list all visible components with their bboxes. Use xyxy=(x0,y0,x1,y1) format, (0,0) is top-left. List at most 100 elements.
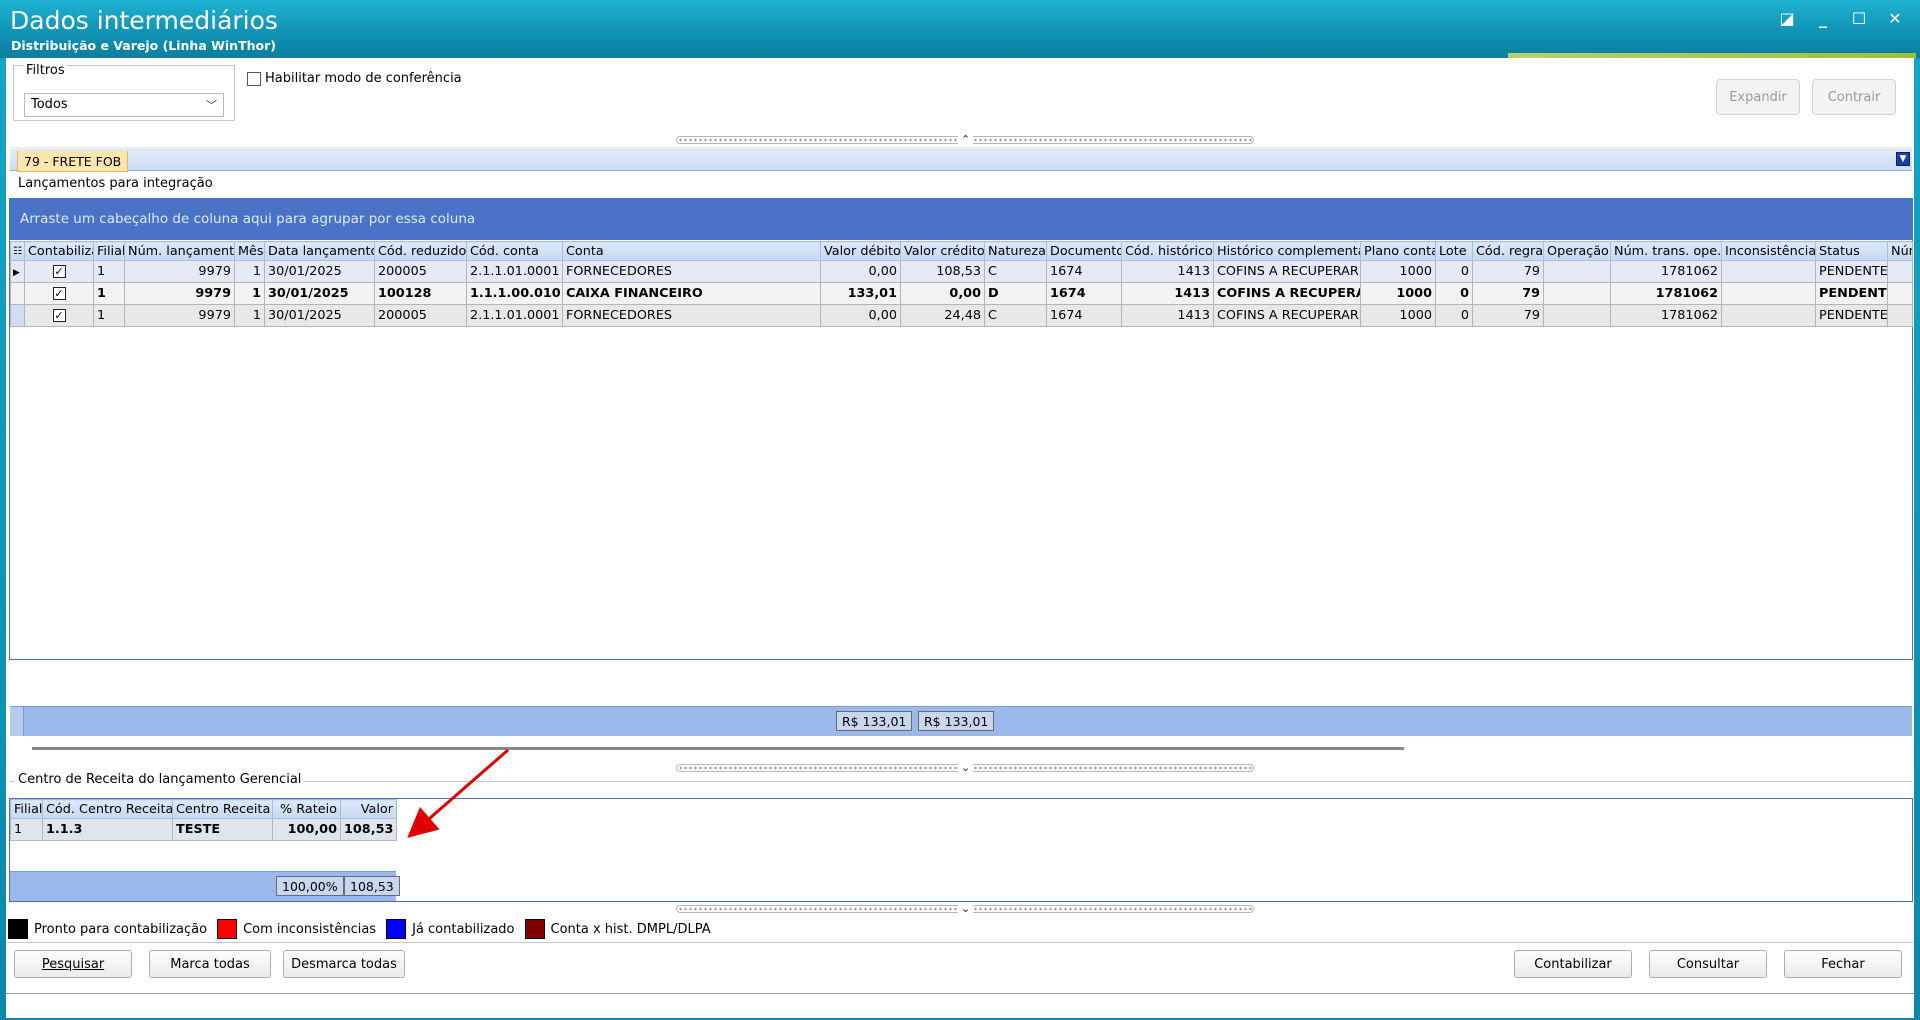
contabilizar-checkbox[interactable]: ✓ xyxy=(52,265,66,278)
cell-valor-debito[interactable]: 133,01 xyxy=(820,282,901,305)
cell-status[interactable]: PENDENTE xyxy=(1815,304,1888,327)
column-header[interactable]: Valor crédito xyxy=(900,241,985,261)
cell-data[interactable]: 30/01/2025 xyxy=(264,282,375,305)
table-row[interactable]: ▶ ✓ 1 9979 1 30/01/2025 200005 2.1.1.01.0001 FOR… xyxy=(10,260,1913,283)
cell-documento[interactable]: 1674 xyxy=(1046,282,1122,305)
contabilizar-cell[interactable]: ✓ xyxy=(24,282,94,305)
cell-lote[interactable]: 0 xyxy=(1435,282,1473,305)
conference-mode-checkbox[interactable] xyxy=(247,71,261,86)
group-by-panel[interactable]: Arraste um cabeçalho de coluna aqui para… xyxy=(10,198,1912,240)
expand-button[interactable]: Expandir xyxy=(1716,79,1800,115)
column-header[interactable]: Filial xyxy=(10,799,43,819)
column-header[interactable]: Valor xyxy=(340,799,397,819)
cell-valor-debito[interactable]: 0,00 xyxy=(820,304,901,327)
cell-rateio[interactable]: 100,00 xyxy=(272,818,341,841)
cell-num[interactable] xyxy=(1887,282,1913,305)
title-bar[interactable]: Dados intermediários Distribuição e Vare… xyxy=(0,0,1920,58)
filter-select[interactable]: Todos ﹀ xyxy=(24,93,224,117)
column-header[interactable]: Lote xyxy=(1435,241,1473,261)
cell-historico[interactable]: COFINS A RECUPERA xyxy=(1213,282,1361,305)
cell-filial[interactable]: 1 xyxy=(93,304,125,327)
column-header[interactable]: Filial xyxy=(93,241,125,261)
table-row[interactable]: ✓ 1 9979 1 30/01/2025 100128 1.1.1.00.010: CAIX… xyxy=(10,282,1913,305)
cell-mes[interactable]: 1 xyxy=(234,304,265,327)
cell-natureza[interactable]: D xyxy=(984,282,1047,305)
column-header[interactable]: Cód. regra xyxy=(1472,241,1544,261)
cell-status[interactable]: PENDENTE xyxy=(1815,282,1888,305)
row-indicator[interactable] xyxy=(10,304,25,327)
column-header[interactable]: Centro Receita xyxy=(172,799,273,819)
chevron-down-icon[interactable]: ﹀ xyxy=(206,97,217,113)
column-header[interactable]: Histórico complementar xyxy=(1213,241,1361,261)
maximize-icon[interactable]: ☐ xyxy=(1848,8,1870,28)
cell-num-trans[interactable]: 1781062 xyxy=(1610,304,1722,327)
cell-natureza[interactable]: C xyxy=(984,304,1047,327)
collapse-button[interactable]: Contrair xyxy=(1812,79,1896,115)
contabilizar-cell[interactable]: ✓ xyxy=(24,304,94,327)
tab-dropdown-icon[interactable]: ▼ xyxy=(1896,152,1910,166)
column-header[interactable]: Conta xyxy=(562,241,821,261)
contabilizar-checkbox[interactable]: ✓ xyxy=(52,309,66,322)
row-indicator-icon[interactable]: ▶ xyxy=(10,260,25,283)
cell-num-lancamento[interactable]: 9979 xyxy=(124,282,235,305)
cell-documento[interactable]: 1674 xyxy=(1046,304,1122,327)
cell-cod-reduzido[interactable]: 200005 xyxy=(374,260,467,283)
cell-num-trans[interactable]: 1781062 xyxy=(1610,260,1722,283)
cell-num-lancamento[interactable]: 9979 xyxy=(124,260,235,283)
cell-inconsistencia[interactable] xyxy=(1721,282,1816,305)
chevron-down-icon[interactable]: ⌄ xyxy=(958,903,974,914)
cell-natureza[interactable]: C xyxy=(984,260,1047,283)
cell-plano-conta[interactable]: 1000 xyxy=(1360,304,1436,327)
horizontal-scrollbar[interactable] xyxy=(32,747,1404,750)
cell-cod-regra[interactable]: 79 xyxy=(1472,304,1544,327)
cell-cod-conta[interactable]: 2.1.1.01.0001 xyxy=(466,260,563,283)
cell-data[interactable]: 30/01/2025 xyxy=(264,304,375,327)
cell-conta[interactable]: FORNECEDORES xyxy=(562,260,821,283)
minimize-icon[interactable]: _ xyxy=(1812,8,1834,28)
cell-valor-credito[interactable]: 24,48 xyxy=(900,304,985,327)
table-row[interactable]: 1 1.1.3 TESTE 100,00 108,53 xyxy=(10,818,397,841)
cell-historico[interactable]: COFINS A RECUPERAR xyxy=(1213,304,1361,327)
column-header[interactable]: Cód. Centro Receita xyxy=(42,799,173,819)
cell-num[interactable] xyxy=(1887,304,1913,327)
column-header[interactable]: Documento xyxy=(1046,241,1122,261)
cell-valor-debito[interactable]: 0,00 xyxy=(820,260,901,283)
cell-cod-conta[interactable]: 2.1.1.01.0001 xyxy=(466,304,563,327)
cell-cod-historico[interactable]: 1413 xyxy=(1121,304,1214,327)
chevron-up-icon[interactable]: ⌃ xyxy=(958,134,974,145)
cell-mes[interactable]: 1 xyxy=(234,282,265,305)
cell-conta[interactable]: CAIXA FINANCEIRO xyxy=(562,282,821,305)
cell-cod-reduzido[interactable]: 200005 xyxy=(374,304,467,327)
restore-layout-icon[interactable]: ◪ xyxy=(1776,8,1798,28)
cell-cod-reduzido[interactable]: 100128 xyxy=(374,282,467,305)
column-header[interactable]: Natureza xyxy=(984,241,1047,261)
cell-data[interactable]: 30/01/2025 xyxy=(264,260,375,283)
cell-lote[interactable]: 0 xyxy=(1435,304,1473,327)
cell-cod[interactable]: 1.1.3 xyxy=(42,818,173,841)
cell-historico[interactable]: COFINS A RECUPERAR xyxy=(1213,260,1361,283)
cell-inconsistencia[interactable] xyxy=(1721,260,1816,283)
post-entries-button[interactable]: Contabilizar xyxy=(1514,950,1632,978)
table-row[interactable]: ✓ 1 9979 1 30/01/2025 200005 2.1.1.01.0001 FORN… xyxy=(10,304,1913,327)
cell-operacao[interactable] xyxy=(1543,304,1611,327)
query-button[interactable]: Consultar xyxy=(1649,950,1767,978)
search-button[interactable]: Pesquisar xyxy=(14,950,132,978)
cell-centro[interactable]: TESTE xyxy=(172,818,273,841)
cell-inconsistencia[interactable] xyxy=(1721,304,1816,327)
cell-status[interactable]: PENDENTE xyxy=(1815,260,1888,283)
cell-cod-conta[interactable]: 1.1.1.00.010: xyxy=(466,282,563,305)
cell-lote[interactable]: 0 xyxy=(1435,260,1473,283)
conference-mode-toggle[interactable]: Habilitar modo de conferência xyxy=(247,71,462,86)
cell-operacao[interactable] xyxy=(1543,260,1611,283)
column-header[interactable]: Valor débito xyxy=(820,241,901,261)
column-header[interactable]: Núm. trans. ope. xyxy=(1610,241,1722,261)
column-header[interactable]: Cód. conta xyxy=(466,241,563,261)
contabilizar-cell[interactable]: ✓ xyxy=(24,260,94,283)
cell-num-trans[interactable]: 1781062 xyxy=(1610,282,1722,305)
tab-frete-fob[interactable]: 79 - FRETE FOB xyxy=(17,150,129,172)
column-header[interactable]: Data lançamento xyxy=(264,241,375,261)
column-header[interactable]: Cód. histórico xyxy=(1121,241,1214,261)
column-header[interactable]: Status xyxy=(1815,241,1888,261)
column-header[interactable]: Mês xyxy=(234,241,265,261)
cell-num[interactable] xyxy=(1887,260,1913,283)
